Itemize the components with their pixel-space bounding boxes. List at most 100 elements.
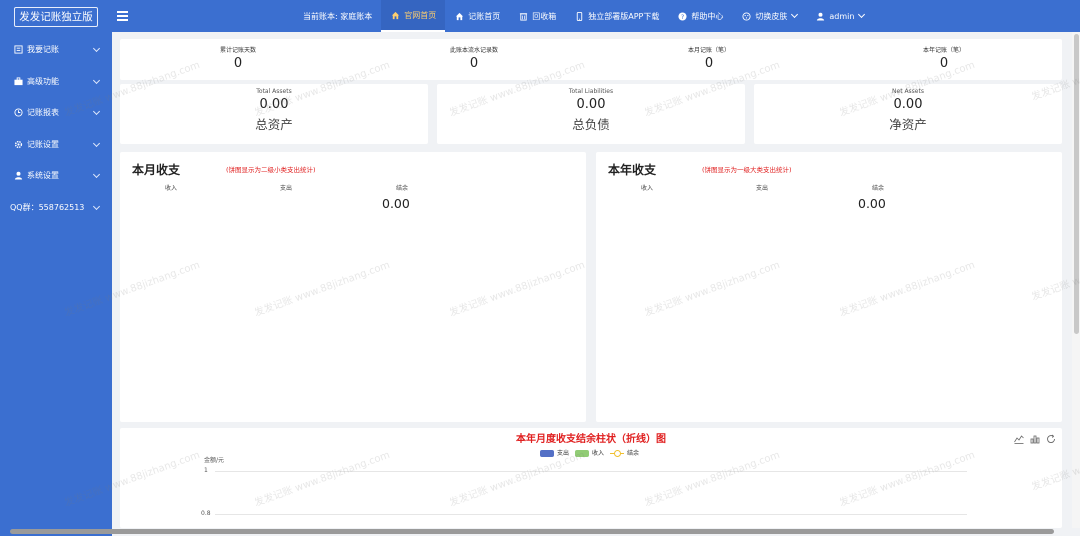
expense-label: 支出 xyxy=(280,185,293,192)
chevron-down-icon xyxy=(92,76,101,84)
asset-value: 0.00 xyxy=(259,97,289,112)
stat-year-count: 本年记账（笔） 0 xyxy=(894,45,994,71)
stat-value: 0 xyxy=(469,56,479,71)
home-icon xyxy=(454,11,464,21)
stat-value: 0 xyxy=(233,56,243,71)
mobile-icon xyxy=(574,11,584,21)
y-tick-label: 1 xyxy=(204,467,208,474)
legend-label: 收入 xyxy=(592,450,605,457)
stat-record-count: 此账本流水记录数 0 xyxy=(424,45,524,71)
chevron-down-icon xyxy=(92,202,101,210)
balance-value: 0.00 xyxy=(382,196,410,211)
asset-cn-label: 净资产 xyxy=(889,117,927,132)
trash-icon xyxy=(518,11,528,21)
chevron-down-icon xyxy=(858,10,866,19)
asset-value: 0.00 xyxy=(576,97,606,112)
top-bar: 发发记账独立版 当前账本: 家庭账本 官网首页 记账首页 回收箱 独立部署版AP… xyxy=(0,0,1080,32)
legend-swatch xyxy=(540,450,554,457)
help-icon: ? xyxy=(677,11,687,21)
stat-label: 此账本流水记录数 xyxy=(449,47,498,54)
top-nav: 当前账本: 家庭账本 官网首页 记账首页 回收箱 独立部署版APP下载 ? 帮助… xyxy=(294,0,873,32)
sidebar-item-advanced[interactable]: 高级功能 xyxy=(0,66,112,98)
stat-label: 累计记账天数 xyxy=(219,47,256,54)
chevron-down-icon xyxy=(791,10,799,19)
month-income-panel: 本月收支 (饼图显示为二级小类支出统计) 收入 支出 结余 0.00 xyxy=(120,152,586,422)
nav-recycle-bin[interactable]: 回收箱 xyxy=(509,0,565,32)
stat-label: 本月记账（笔） xyxy=(687,47,730,54)
line-chart-icon[interactable] xyxy=(1014,434,1024,444)
nav-label: 官网首页 xyxy=(404,10,437,20)
grid-line xyxy=(215,514,967,515)
asset-en-label: Total Liabilities xyxy=(568,88,614,95)
chart-legend: 支出 收入 结余 xyxy=(540,448,639,457)
nav-official-home[interactable]: 官网首页 xyxy=(381,0,446,32)
menu-toggle-icon[interactable] xyxy=(117,9,128,23)
bar-chart-icon[interactable] xyxy=(1030,434,1040,444)
qq-group-label: QQ群：558762513 xyxy=(10,202,85,212)
stat-value: 0 xyxy=(704,56,714,71)
gear-icon xyxy=(13,139,23,149)
vertical-scrollbar[interactable] xyxy=(1074,34,1079,334)
grid-line xyxy=(215,471,967,472)
legend-item-income[interactable]: 收入 xyxy=(575,448,604,457)
nav-label: 记账首页 xyxy=(468,11,501,21)
legend-label: 结余 xyxy=(627,450,640,457)
legend-label: 支出 xyxy=(557,450,570,457)
sidebar-item-reports[interactable]: 记账报表 xyxy=(0,97,112,129)
chevron-down-icon xyxy=(92,139,101,147)
sidebar-item-system-settings[interactable]: 系统设置 xyxy=(0,160,112,192)
nav-user-menu[interactable]: admin xyxy=(806,0,873,32)
refresh-icon[interactable] xyxy=(1046,434,1056,444)
user-icon xyxy=(13,171,23,181)
legend-item-balance[interactable]: 结余 xyxy=(610,448,639,457)
nav-book-home[interactable]: 记账首页 xyxy=(445,0,509,32)
income-label: 收入 xyxy=(641,185,654,192)
year-income-panel: 本年收支 (饼图显示为一级大类支出统计) 收入 支出 结余 0.00 xyxy=(596,152,1062,422)
current-book: 当前账本: 家庭账本 xyxy=(294,0,381,32)
sidebar-item-qq-group[interactable]: QQ群：558762513 xyxy=(0,192,112,224)
sidebar-item-label: 记账报表 xyxy=(27,108,59,118)
nav-app-download[interactable]: 独立部署版APP下载 xyxy=(565,0,668,32)
income-label: 收入 xyxy=(165,185,178,192)
sidebar-item-bookkeeping[interactable]: 我要记账 xyxy=(0,34,112,66)
total-liabilities-card: Total Liabilities 0.00 总负债 xyxy=(437,84,745,144)
nav-switch-skin[interactable]: 切换皮肤 xyxy=(732,0,806,32)
legend-swatch xyxy=(575,450,590,457)
asset-en-label: Total Assets xyxy=(256,88,292,95)
balance-value: 0.00 xyxy=(858,196,886,211)
sidebar-item-label: 我要记账 xyxy=(27,45,59,55)
nav-help-center[interactable]: ? 帮助中心 xyxy=(668,0,732,32)
net-assets-card: Net Assets 0.00 净资产 xyxy=(754,84,1062,144)
stat-total-days: 累计记账天数 0 xyxy=(188,45,288,71)
chart-toolbox xyxy=(1014,434,1056,444)
nav-label: 帮助中心 xyxy=(691,11,724,21)
panel-note: (饼图显示为二级小类支出统计) xyxy=(226,166,316,174)
clock-icon xyxy=(13,108,23,118)
sidebar-item-book-settings[interactable]: 记账设置 xyxy=(0,129,112,161)
stat-month-count: 本月记账（笔） 0 xyxy=(659,45,759,71)
horizontal-scrollbar[interactable] xyxy=(10,529,1054,534)
chart-title: 本年月度收支结余柱状（折线）图 xyxy=(516,434,666,445)
asset-en-label: Net Assets xyxy=(892,88,924,95)
panel-note: (饼图显示为一级大类支出统计) xyxy=(702,166,792,174)
sidebar-item-label: 记账设置 xyxy=(27,139,59,149)
nav-label: 切换皮肤 xyxy=(755,11,788,21)
nav-label: 回收箱 xyxy=(532,11,557,21)
legend-line-swatch xyxy=(610,450,625,457)
y-axis-name: 金额/元 xyxy=(204,457,225,464)
home-icon xyxy=(390,10,400,20)
user-icon xyxy=(815,11,825,21)
balance-label: 结余 xyxy=(396,185,409,192)
expense-label: 支出 xyxy=(756,185,769,192)
total-assets-card: Total Assets 0.00 总资产 xyxy=(120,84,428,144)
briefcase-icon xyxy=(13,76,23,86)
palette-icon xyxy=(741,11,751,21)
stat-label: 本年记账（笔） xyxy=(922,47,965,54)
app-logo[interactable]: 发发记账独立版 xyxy=(14,7,98,27)
sidebar-item-label: 高级功能 xyxy=(27,76,59,86)
balance-label: 结余 xyxy=(872,185,885,192)
list-icon xyxy=(13,45,23,55)
sidebar-item-label: 系统设置 xyxy=(27,171,59,181)
legend-item-expense[interactable]: 支出 xyxy=(540,448,569,457)
chevron-down-icon xyxy=(92,44,101,53)
